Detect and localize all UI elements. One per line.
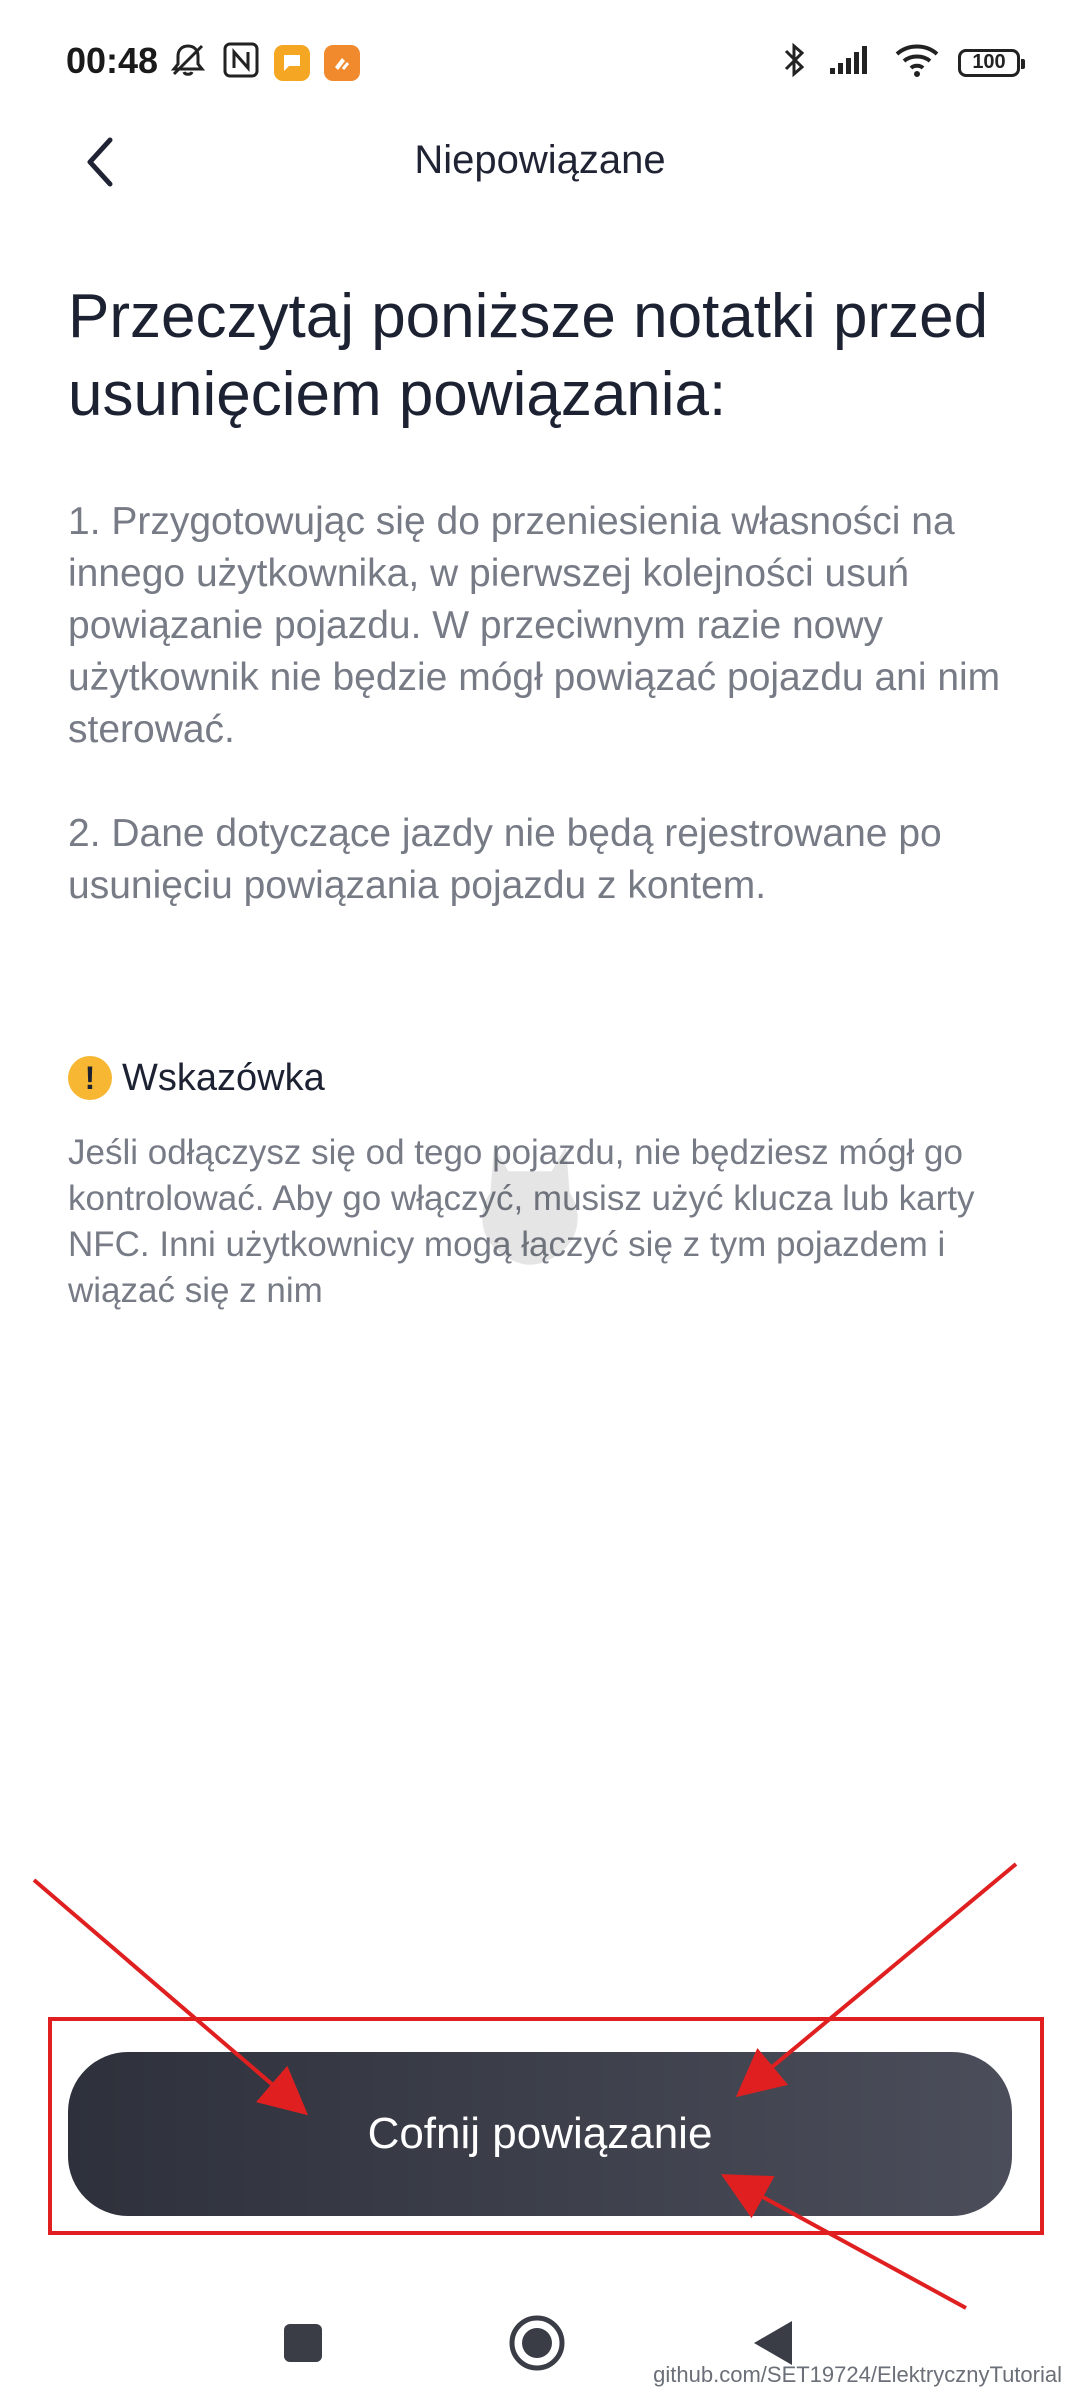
status-notification-icons: [168, 40, 360, 85]
square-icon: [282, 2322, 324, 2369]
tip-title: Wskazówka: [122, 1056, 325, 1099]
app-notification-icon: [274, 44, 310, 81]
note-item: 2. Dane dotyczące jazdy nie będą rejestr…: [68, 812, 942, 907]
tip-header: ! Wskazówka: [68, 1056, 325, 1100]
cat-watermark-icon: [482, 1146, 578, 1265]
note-item: 1. Przygotowując się do przeniesienia wł…: [68, 500, 1001, 751]
source-credit: github.com/SET19724/ElektrycznyTutorial: [653, 2362, 1062, 2387]
signal-icon: [828, 44, 876, 81]
top-app-bar: Niepowiązane: [0, 110, 1080, 240]
nfc-icon: [222, 41, 260, 84]
recents-button[interactable]: [268, 2310, 338, 2380]
warning-icon: !: [68, 1056, 112, 1100]
battery-icon: 100: [958, 48, 1025, 77]
status-system-icons: 100: [780, 40, 1025, 85]
notes-heading: Przeczytaj poniższe notatki przed usunię…: [68, 282, 989, 429]
wifi-icon: [894, 42, 940, 83]
page-title: Niepowiązane: [414, 138, 666, 182]
app-notification-icon-2: [324, 44, 360, 81]
muted-bell-icon: [168, 40, 208, 85]
home-button[interactable]: [502, 2310, 572, 2380]
bluetooth-icon: [780, 40, 810, 85]
home-circle-icon: [507, 2313, 567, 2378]
notes-list: 1. Przygotowując się do przeniesienia wł…: [68, 496, 1028, 964]
unbind-button[interactable]: Cofnij powiązanie: [68, 2052, 1012, 2216]
status-time: 00:48: [66, 40, 159, 81]
status-bar: 00:48 100: [0, 0, 1080, 120]
